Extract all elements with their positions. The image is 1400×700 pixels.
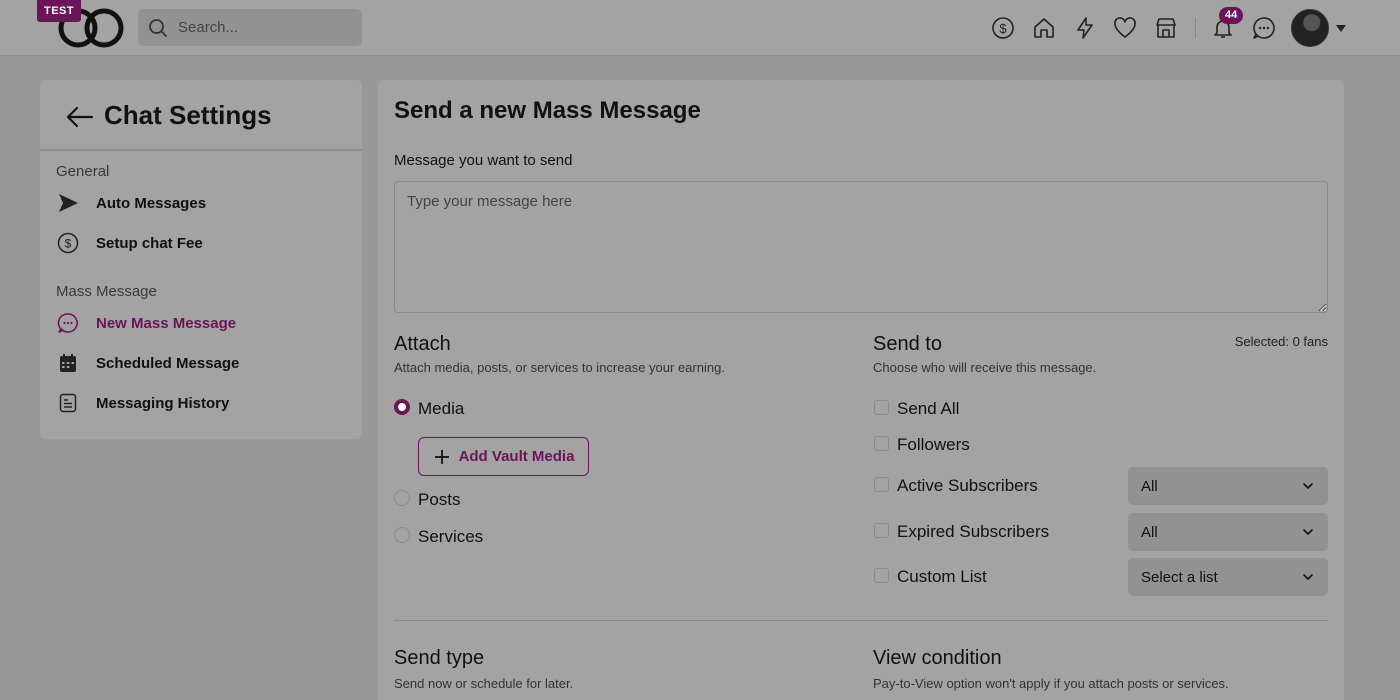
search-icon bbox=[149, 19, 167, 37]
sidebar-item-auto-messages[interactable]: Auto Messages bbox=[56, 187, 346, 219]
option-label-services: Services bbox=[418, 527, 484, 546]
add-vault-media-label: Add Vault Media bbox=[458, 448, 575, 465]
sidebar-item-scheduled-message[interactable]: Scheduled Message bbox=[56, 347, 346, 379]
view-condition-subtitle: Pay-to-View option won't apply if you at… bbox=[873, 676, 1229, 691]
notification-count-badge: 44 bbox=[1219, 7, 1244, 24]
sidebar-item-label: New Mass Message bbox=[96, 314, 237, 332]
checkbox-active-subscribers[interactable] bbox=[874, 477, 889, 492]
chat-settings-sidebar: Chat Settings General Auto Messages $ Se… bbox=[40, 80, 362, 439]
svg-text:$: $ bbox=[999, 21, 1007, 36]
option-label-expired-subscribers: Expired Subscribers bbox=[897, 522, 1050, 541]
send-to-subtitle: Choose who will receive this message. bbox=[873, 360, 1097, 375]
caret-down-icon[interactable] bbox=[1335, 22, 1347, 34]
option-label-followers: Followers bbox=[897, 435, 970, 454]
select-value: All bbox=[1141, 478, 1158, 495]
sidebar-item-label: Scheduled Message bbox=[96, 354, 240, 372]
selected-fans-count: Selected: 0 fans bbox=[1234, 334, 1328, 349]
sidebar-header: Chat Settings bbox=[40, 80, 362, 151]
avatar[interactable] bbox=[1291, 9, 1329, 47]
expired-subscribers-select[interactable]: All bbox=[1128, 513, 1328, 551]
sidebar-item-label: Messaging History bbox=[96, 394, 230, 412]
section-label-general: General bbox=[56, 163, 110, 180]
mass-message-card: Send a new Mass Message Message you want… bbox=[378, 80, 1344, 700]
option-label-custom-list: Custom List bbox=[897, 567, 987, 586]
view-condition-title: View condition bbox=[873, 647, 1002, 669]
svg-text:$: $ bbox=[65, 237, 72, 251]
sidebar-title: Chat Settings bbox=[104, 100, 272, 130]
option-label-posts: Posts bbox=[418, 490, 461, 509]
custom-list-select[interactable]: Select a list bbox=[1128, 558, 1328, 596]
section-label-mass-message: Mass Message bbox=[56, 283, 157, 300]
add-vault-media-button[interactable]: Add Vault Media bbox=[418, 437, 589, 476]
chevron-down-icon bbox=[1303, 483, 1313, 489]
chevron-down-icon bbox=[1303, 529, 1313, 535]
select-value: All bbox=[1141, 524, 1158, 541]
option-label-send-all: Send All bbox=[897, 399, 960, 418]
document-icon bbox=[56, 391, 80, 415]
checkbox-custom-list[interactable] bbox=[874, 568, 889, 583]
chevron-down-icon bbox=[1303, 574, 1313, 580]
section-divider bbox=[394, 620, 1328, 621]
send-icon bbox=[56, 191, 80, 215]
home-icon[interactable] bbox=[1031, 14, 1057, 42]
heart-icon[interactable] bbox=[1112, 14, 1138, 42]
sidebar-item-label: Auto Messages bbox=[96, 194, 207, 212]
sidebar-item-setup-chat-fee[interactable]: $ Setup chat Fee bbox=[56, 227, 346, 259]
sidebar-item-label: Setup chat Fee bbox=[96, 234, 203, 252]
sidebar-item-messaging-history[interactable]: Messaging History bbox=[56, 387, 346, 419]
radio-posts[interactable] bbox=[394, 490, 410, 506]
search-box[interactable] bbox=[138, 9, 362, 46]
dollar-icon[interactable]: $ bbox=[990, 14, 1016, 42]
back-arrow-icon[interactable] bbox=[64, 104, 94, 130]
top-bar: TEST $ 44 bbox=[0, 0, 1400, 56]
send-to-title: Send to bbox=[873, 333, 942, 355]
test-badge: TEST bbox=[37, 0, 82, 22]
search-input[interactable] bbox=[178, 9, 354, 46]
select-value: Select a list bbox=[1141, 569, 1218, 586]
message-textarea[interactable] bbox=[394, 181, 1328, 313]
nav-divider bbox=[1195, 18, 1196, 38]
attach-subtitle: Attach media, posts, or services to incr… bbox=[394, 360, 725, 375]
chat-icon[interactable] bbox=[1251, 14, 1277, 42]
send-type-subtitle: Send now or schedule for later. bbox=[394, 676, 574, 691]
option-label-active-subscribers: Active Subscribers bbox=[897, 476, 1038, 495]
option-label-media: Media bbox=[418, 399, 465, 418]
bolt-icon[interactable] bbox=[1072, 14, 1098, 42]
checkbox-send-all[interactable] bbox=[874, 400, 889, 415]
checkbox-expired-subscribers[interactable] bbox=[874, 523, 889, 538]
checkbox-followers[interactable] bbox=[874, 436, 889, 451]
sidebar-item-new-mass-message[interactable]: New Mass Message bbox=[56, 307, 346, 339]
radio-services[interactable] bbox=[394, 527, 410, 543]
dollar-circle-icon: $ bbox=[56, 231, 80, 255]
radio-media[interactable] bbox=[394, 399, 410, 415]
store-icon[interactable] bbox=[1153, 14, 1179, 42]
attach-title: Attach bbox=[394, 333, 451, 355]
active-subscribers-select[interactable]: All bbox=[1128, 467, 1328, 505]
send-type-title: Send type bbox=[394, 647, 485, 669]
chat-bubble-icon bbox=[56, 311, 80, 335]
calendar-icon bbox=[56, 351, 80, 375]
plus-icon bbox=[434, 449, 449, 464]
message-label: Message you want to send bbox=[394, 152, 573, 169]
page-title: Send a new Mass Message bbox=[394, 97, 701, 124]
